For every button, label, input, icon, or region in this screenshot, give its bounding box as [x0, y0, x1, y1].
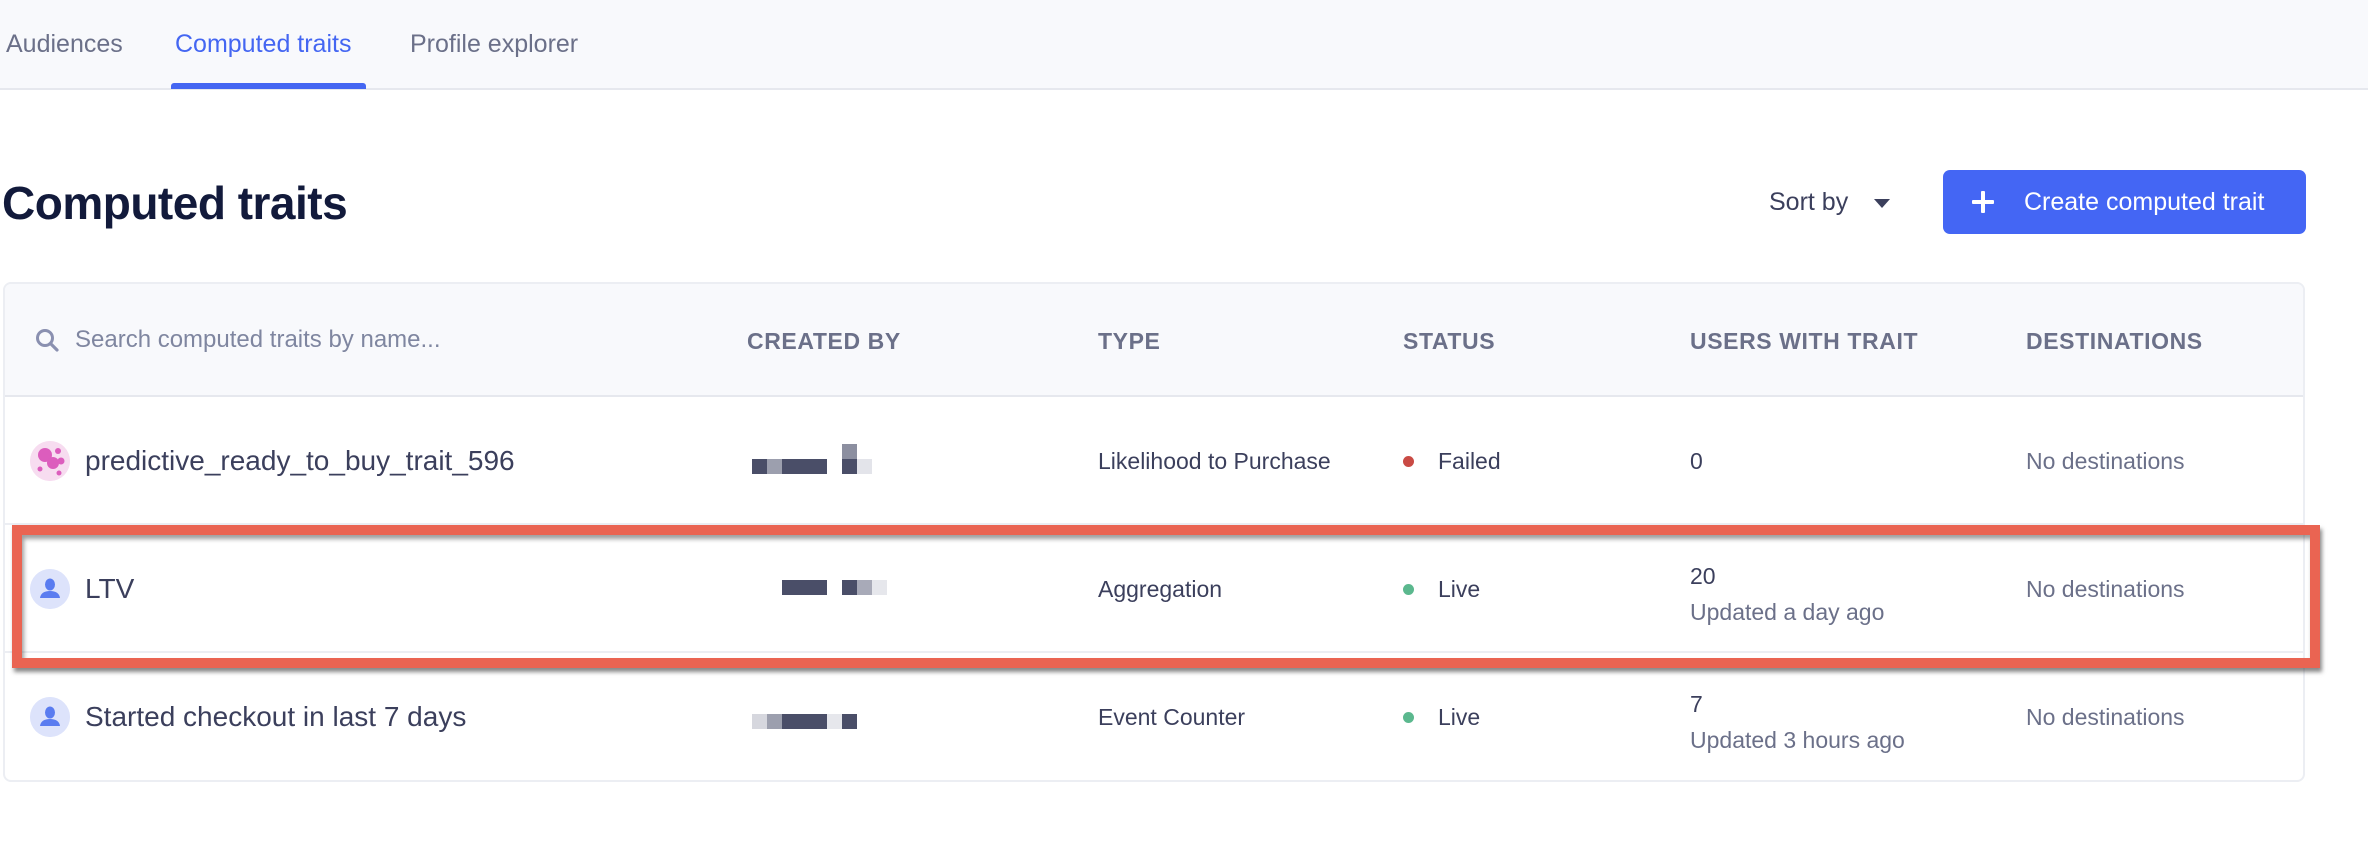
- top-tab-bar: Audiences Computed traits Profile explor…: [0, 0, 2368, 90]
- users-updated-time: Updated 3 hours ago: [1690, 727, 1905, 753]
- users-updated-time: Updated a day ago: [1690, 599, 1885, 625]
- page-title: Computed traits: [2, 177, 348, 229]
- status-label: Live: [1438, 576, 1481, 602]
- search-input[interactable]: [75, 322, 675, 358]
- create-computed-trait-label: Create computed trait: [2024, 187, 2265, 216]
- status-badge: Live: [1403, 704, 1480, 731]
- trait-type: Likelihood to Purchase: [1098, 448, 1331, 474]
- table-row[interactable]: predictive_ready_to_buy_trait_596 Likeli…: [5, 397, 2303, 525]
- trait-type: Event Counter: [1098, 704, 1246, 730]
- table-row[interactable]: LTV Aggregation Live 20 Updated a day ag…: [5, 525, 2303, 653]
- destinations: No destinations: [2026, 704, 2185, 730]
- status-label: Failed: [1438, 448, 1501, 474]
- users-with-trait: 7 Updated 3 hours ago: [1690, 686, 1905, 758]
- column-header-destinations[interactable]: DESTINATIONS: [2026, 328, 2203, 355]
- sort-by-label: Sort by: [1769, 187, 1849, 216]
- status-live-dot-icon: [1403, 584, 1414, 595]
- user-icon: [30, 697, 70, 737]
- column-header-created-by[interactable]: CREATED BY: [747, 328, 901, 355]
- users-with-trait: 0: [1690, 448, 1703, 475]
- column-header-users-with-trait[interactable]: USERS WITH TRAIT: [1690, 328, 1918, 355]
- tab-profile-explorer[interactable]: Profile explorer: [410, 30, 578, 59]
- column-header-type[interactable]: TYPE: [1098, 328, 1160, 355]
- destinations: No destinations: [2026, 576, 2185, 602]
- status-failed-dot-icon: [1403, 456, 1414, 467]
- trait-type: Aggregation: [1098, 576, 1223, 602]
- table-row[interactable]: Started checkout in last 7 days Event Co…: [5, 653, 2303, 780]
- users-with-trait: 20 Updated a day ago: [1690, 558, 1884, 630]
- user-icon: [30, 569, 70, 609]
- status-badge: Failed: [1403, 448, 1501, 475]
- users-count: 0: [1690, 448, 1703, 474]
- status-label: Live: [1438, 704, 1481, 730]
- status-live-dot-icon: [1403, 712, 1414, 723]
- sort-by-dropdown[interactable]: Sort by: [1769, 186, 1891, 218]
- plus-icon: [1972, 191, 1994, 213]
- create-computed-trait-button[interactable]: Create computed trait: [1943, 170, 2306, 234]
- users-count: 20: [1690, 563, 1716, 589]
- table-header: CREATED BY TYPE STATUS USERS WITH TRAIT …: [5, 284, 2303, 397]
- users-count: 7: [1690, 691, 1703, 717]
- computed-traits-table: CREATED BY TYPE STATUS USERS WITH TRAIT …: [3, 282, 2305, 782]
- active-tab-indicator: [171, 83, 366, 89]
- trait-name[interactable]: LTV: [85, 573, 134, 605]
- status-badge: Live: [1403, 576, 1480, 603]
- caret-down-icon: [1874, 198, 1891, 208]
- column-header-status[interactable]: STATUS: [1403, 328, 1495, 355]
- tab-audiences[interactable]: Audiences: [6, 30, 123, 59]
- trait-name[interactable]: Started checkout in last 7 days: [85, 701, 466, 733]
- search-icon: [36, 329, 59, 352]
- predictive-icon: [30, 441, 70, 481]
- trait-name[interactable]: predictive_ready_to_buy_trait_596: [85, 445, 515, 477]
- tab-computed-traits[interactable]: Computed traits: [175, 30, 351, 59]
- destinations: No destinations: [2026, 448, 2185, 474]
